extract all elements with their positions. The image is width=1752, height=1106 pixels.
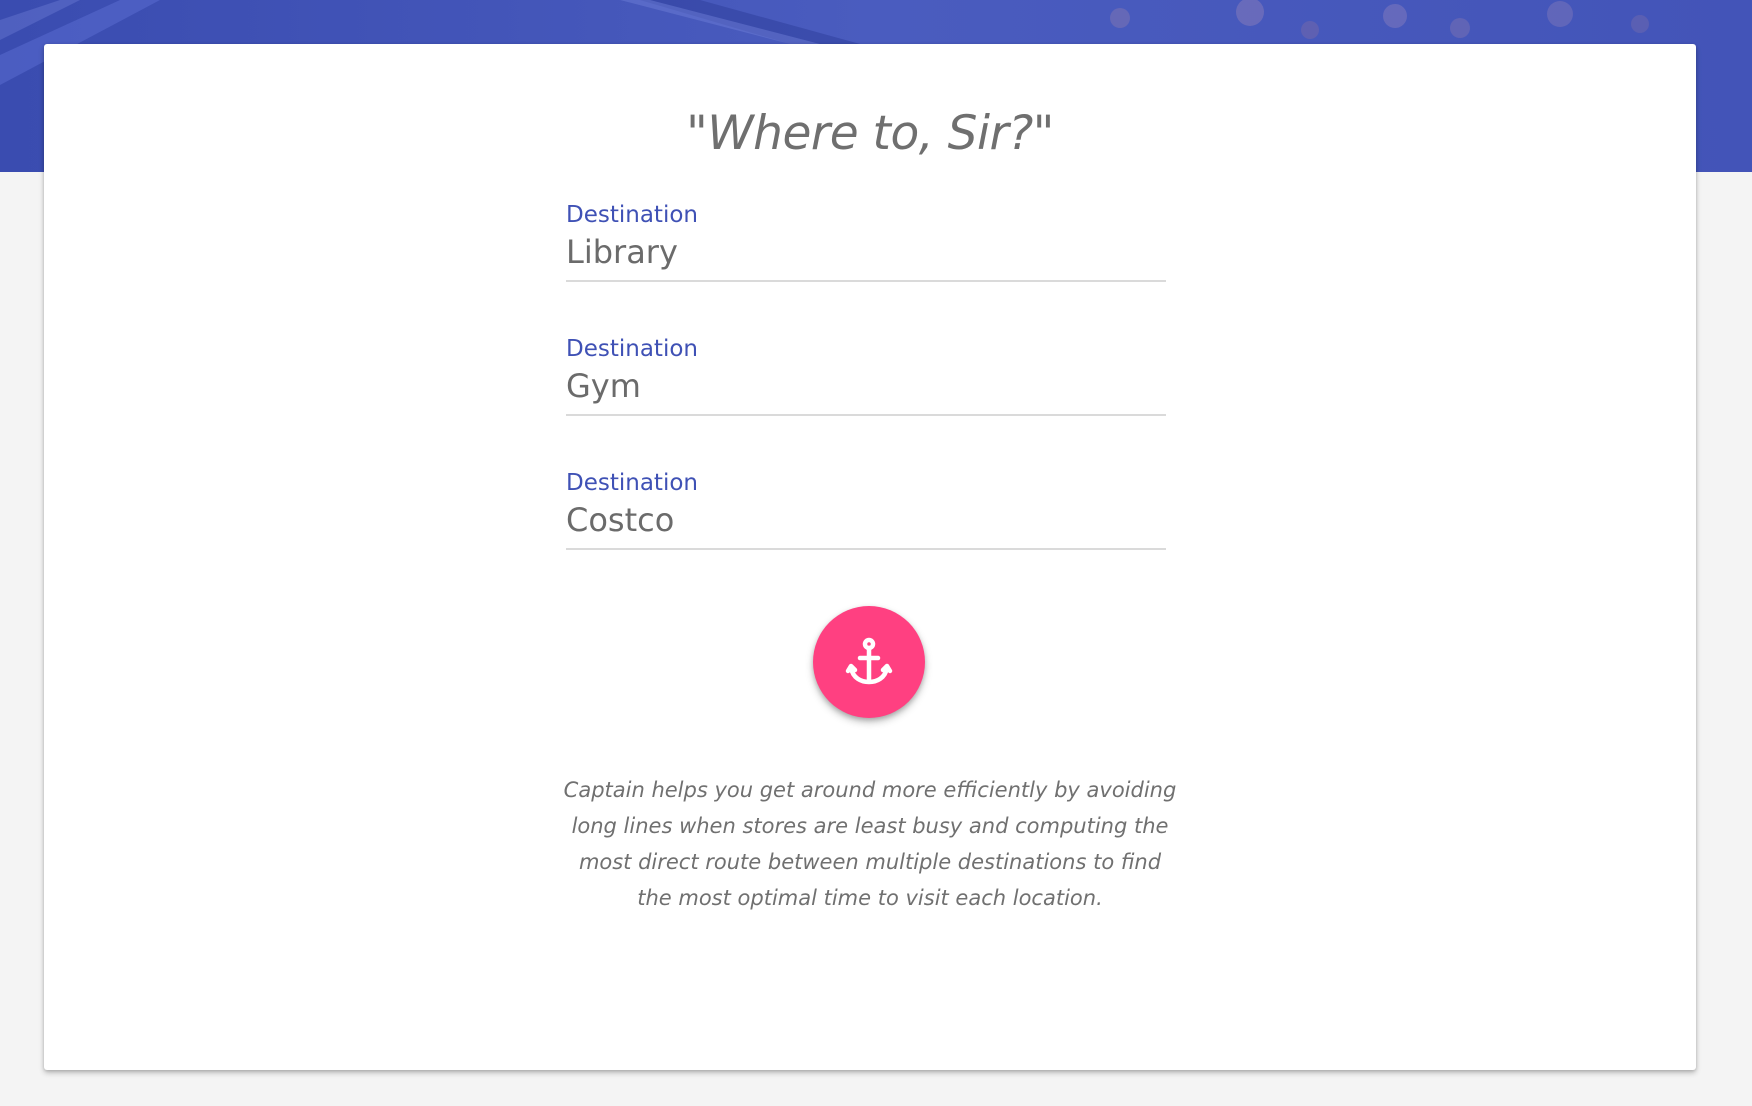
input-underline: [566, 548, 1166, 550]
destination-label: Destination: [566, 470, 698, 496]
page-title: "Where to, Sir?": [686, 106, 1054, 161]
input-underline: [566, 414, 1166, 416]
destination-input-2[interactable]: [566, 362, 1166, 410]
main-card: "Where to, Sir?" Destination Destination…: [44, 44, 1696, 1070]
anchor-icon: [845, 637, 893, 685]
destination-label: Destination: [566, 202, 698, 228]
app-description: Captain helps you get around more effici…: [563, 778, 1177, 910]
destination-label: Destination: [566, 336, 698, 362]
destination-field-2: Destination: [566, 336, 1166, 426]
destination-field-1: Destination: [566, 202, 1166, 292]
anchor-action-button[interactable]: [813, 606, 925, 718]
destination-field-3: Destination: [566, 470, 1166, 560]
destination-input-1[interactable]: [566, 228, 1166, 276]
input-underline: [566, 280, 1166, 282]
destination-input-3[interactable]: [566, 496, 1166, 544]
